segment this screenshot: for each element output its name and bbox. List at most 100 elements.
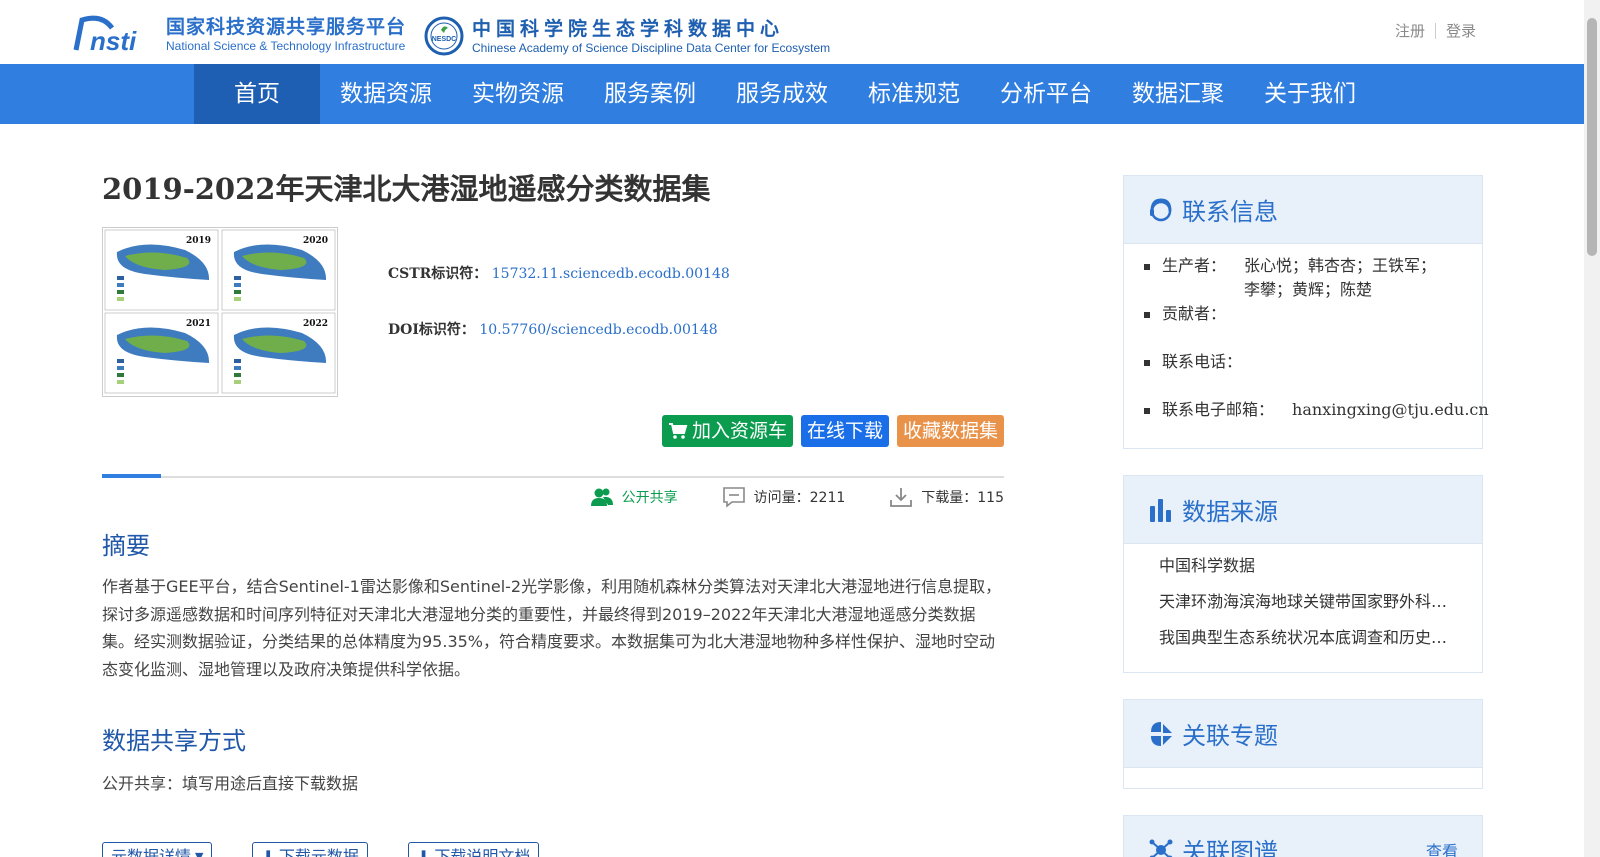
source-panel-header: 数据来源 bbox=[1124, 476, 1482, 544]
nesdc-name-en: Chinese Academy of Science Discipline Da… bbox=[472, 41, 831, 55]
phone-label: 联系电话： bbox=[1162, 352, 1243, 371]
active-tab-indicator bbox=[102, 474, 161, 478]
contact-panel-title: 联系信息 bbox=[1182, 198, 1278, 226]
graph-panel-title: 关联图谱 bbox=[1182, 838, 1278, 857]
source-panel: 数据来源 中国科学数据天津环渤海滨海地球关键带国家野外科学观测研究站我国典型生态… bbox=[1123, 475, 1483, 673]
page-scrollbar[interactable] bbox=[1584, 0, 1600, 857]
contact-list: 生产者： 张心悦；韩杏杏；王铁军；李攀；黄辉；陈楚 贡献者： 联系电话： 联系电… bbox=[1124, 244, 1489, 446]
cart-icon bbox=[668, 423, 688, 439]
download-arrow-icon: ⬇ bbox=[416, 847, 431, 857]
cstr-row: CSTR标识符： 15732.11.sciencedb.ecodb.00148 bbox=[388, 264, 730, 320]
thumbnail-map-panel: 2022 bbox=[221, 312, 336, 394]
thumbnail-map-panel: 2019 bbox=[104, 229, 219, 311]
doi-link[interactable]: 10.57760/sciencedb.ecodb.00148 bbox=[479, 322, 717, 338]
visit-count: 访问量：2211 bbox=[722, 486, 846, 508]
thumbnail-year-label: 2021 bbox=[186, 319, 211, 329]
main-nav: 首页 数据资源 实物资源 服务案例 服务成效 标准规范 分析平台 数据汇聚 关于我们 bbox=[0, 64, 1584, 124]
graph-panel: 关联图谱 查看 bbox=[1123, 815, 1483, 857]
download-doc-label: 下载说明文档 bbox=[434, 847, 531, 857]
nsti-name-cn: 国家科技资源共享服务平台 bbox=[166, 16, 407, 38]
email-value[interactable]: hanxingxing@tju.edu.cn bbox=[1292, 398, 1489, 422]
nesdc-logo[interactable]: NESDC 中国科学院生态学科数据中心 Chinese Academy of S… bbox=[424, 16, 830, 56]
dataset-detail: 2019-2022年天津北大港湿地遥感分类数据集 2019 2020 2021 202… bbox=[102, 124, 1004, 857]
nsti-logo-mark: nsti bbox=[72, 14, 158, 56]
doi-label: DOI标识符： bbox=[388, 322, 475, 338]
download-icon bbox=[890, 488, 913, 507]
bullet bbox=[1144, 408, 1150, 414]
contributor-row: 贡献者： bbox=[1144, 302, 1464, 350]
nav-item-3[interactable]: 服务案例 bbox=[584, 64, 716, 124]
nav-item-8[interactable]: 关于我们 bbox=[1244, 64, 1376, 124]
register-link[interactable]: 注册 bbox=[1395, 20, 1425, 41]
email-row: 联系电子邮箱： hanxingxing@tju.edu.cn bbox=[1144, 398, 1489, 446]
source-panel-title: 数据来源 bbox=[1182, 498, 1278, 526]
nav-item-0[interactable]: 首页 bbox=[194, 64, 320, 124]
thumbnail-map-panel: 2020 bbox=[221, 229, 336, 311]
share-status: 公开共享 bbox=[590, 486, 678, 508]
download-count-label: 下载量：115 bbox=[921, 490, 1004, 506]
abstract-heading: 摘要 bbox=[102, 532, 150, 560]
login-link[interactable]: 登录 bbox=[1446, 20, 1476, 41]
nav-item-5[interactable]: 标准规范 bbox=[848, 64, 980, 124]
nsti-logo-text: nsti bbox=[90, 26, 137, 54]
nsti-logo[interactable]: nsti 国家科技资源共享服务平台 National Science & Tec… bbox=[72, 14, 407, 56]
customer-service-icon bbox=[1150, 197, 1172, 221]
metadata-buttons: 元数据详情 ▼ ⬇ 下载元数据 ⬇ 下载说明文档 bbox=[102, 842, 579, 857]
download-count: 下载量：115 bbox=[889, 486, 1004, 508]
network-icon bbox=[1149, 839, 1173, 857]
auth-divider bbox=[1434, 22, 1436, 39]
nav-item-1[interactable]: 数据资源 bbox=[320, 64, 452, 124]
source-item[interactable]: 我国典型生态系统状况本底调查和历史数据整编 bbox=[1159, 624, 1462, 660]
add-to-cart-label: 加入资源车 bbox=[691, 420, 787, 442]
online-download-button[interactable]: 在线下载 bbox=[800, 415, 889, 447]
download-doc-button[interactable]: ⬇ 下载说明文档 bbox=[407, 842, 540, 857]
thumbnail-year-label: 2020 bbox=[303, 236, 328, 246]
source-item[interactable]: 天津环渤海滨海地球关键带国家野外科学观测研究站 bbox=[1159, 588, 1462, 624]
topic-panel-title: 关联专题 bbox=[1182, 722, 1278, 750]
email-label: 联系电子邮箱： bbox=[1162, 400, 1275, 419]
page-title: 2019-2022年天津北大港湿地遥感分类数据集 bbox=[102, 172, 711, 206]
tab-divider bbox=[102, 474, 1004, 478]
source-item[interactable]: 中国科学数据 bbox=[1159, 552, 1462, 588]
doi-row: DOI标识符： 10.57760/sciencedb.ecodb.00148 bbox=[388, 320, 730, 376]
nav-item-6[interactable]: 分析平台 bbox=[980, 64, 1112, 124]
download-metadata-button[interactable]: ⬇ 下载元数据 bbox=[252, 842, 368, 857]
cstr-link[interactable]: 15732.11.sciencedb.ecodb.00148 bbox=[492, 266, 730, 282]
nav-item-4[interactable]: 服务成效 bbox=[716, 64, 848, 124]
site-header: nsti 国家科技资源共享服务平台 National Science & Tec… bbox=[0, 0, 1584, 64]
nesdc-logo-text: NESDC bbox=[432, 36, 457, 43]
comment-icon bbox=[722, 487, 745, 508]
add-to-cart-button[interactable]: 加入资源车 bbox=[661, 415, 793, 447]
favorite-button[interactable]: 收藏数据集 bbox=[896, 415, 1004, 447]
thumbnail-year-label: 2022 bbox=[303, 319, 328, 329]
nav-item-2[interactable]: 实物资源 bbox=[452, 64, 584, 124]
share-status-label: 公开共享 bbox=[621, 490, 678, 506]
producer-label: 生产者： bbox=[1162, 256, 1227, 275]
bullet bbox=[1144, 360, 1150, 366]
bar-chart-icon bbox=[1150, 498, 1171, 522]
share-method-heading: 数据共享方式 bbox=[102, 727, 246, 755]
identifiers: CSTR标识符： 15732.11.sciencedb.ecodb.00148 … bbox=[388, 264, 730, 376]
graph-view-link[interactable]: 查看 bbox=[1426, 838, 1458, 857]
dataset-stats: 公开共享 访问量：2211 下载量：115 bbox=[546, 486, 1004, 508]
topic-panel: 关联专题 bbox=[1123, 699, 1483, 789]
contributor-label: 贡献者： bbox=[1162, 304, 1227, 323]
thumbnail-map-panel: 2021 bbox=[104, 312, 219, 394]
bullet bbox=[1144, 312, 1150, 318]
dataset-thumbnail[interactable]: 2019 2020 2021 2022 bbox=[102, 227, 338, 397]
source-list: 中国科学数据天津环渤海滨海地球关键带国家野外科学观测研究站我国典型生态系统状况本… bbox=[1124, 544, 1482, 664]
visit-count-label: 访问量：2211 bbox=[753, 490, 846, 506]
topic-icon bbox=[1151, 721, 1172, 746]
scrollbar-thumb[interactable] bbox=[1587, 18, 1597, 256]
download-arrow-icon: ⬇ bbox=[261, 847, 275, 857]
abstract-text: 作者基于GEE平台，结合Sentinel-1雷达影像和Sentinel-2光学影… bbox=[102, 577, 1002, 679]
metadata-detail-button[interactable]: 元数据详情 ▼ bbox=[102, 842, 213, 857]
download-metadata-label: 下载元数据 bbox=[278, 847, 359, 857]
bullet bbox=[1144, 264, 1150, 270]
nesdc-name-cn: 中国科学院生态学科数据中心 bbox=[472, 18, 785, 40]
contact-panel: 联系信息 生产者： 张心悦；韩杏杏；王铁军；李攀；黄辉；陈楚 贡献者： 联系电话… bbox=[1123, 175, 1489, 449]
nav-item-7[interactable]: 数据汇聚 bbox=[1112, 64, 1244, 124]
caret-down-icon: ▼ bbox=[195, 850, 204, 857]
metadata-detail-label: 元数据详情 bbox=[111, 847, 192, 857]
phone-row: 联系电话： bbox=[1144, 350, 1464, 398]
